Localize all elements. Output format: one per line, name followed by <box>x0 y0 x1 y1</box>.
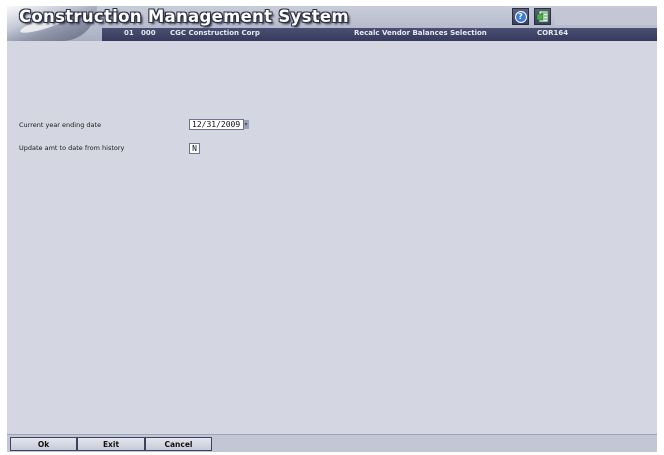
reports-icon <box>536 10 549 23</box>
button-bar-divider <box>7 434 657 435</box>
cancel-button[interactable]: Cancel <box>145 437 212 451</box>
exit-button[interactable]: Exit <box>77 437 145 451</box>
header-tab-area <box>555 8 657 25</box>
program-id: COR164 <box>537 29 569 37</box>
reports-button[interactable] <box>534 8 551 25</box>
header: Construction Management System ? 01 000 … <box>7 6 657 41</box>
help-icon: ? <box>514 10 527 23</box>
info-bar: 01 000 CGC Construction Corp Recalc Vend… <box>102 28 657 41</box>
update-history-label: Update amt to date from history <box>19 144 125 152</box>
company-number: 01 <box>124 29 134 37</box>
ending-date-input[interactable]: 12/31/2009 <box>189 119 244 130</box>
app-title: Construction Management System <box>19 7 349 26</box>
help-button[interactable]: ? <box>512 8 529 25</box>
date-dropdown-icon[interactable] <box>244 120 249 129</box>
company-name: CGC Construction Corp <box>170 29 260 37</box>
update-history-input[interactable]: N <box>189 143 200 154</box>
main-window: Construction Management System ? 01 000 … <box>7 6 657 452</box>
screen-title: Recalc Vendor Balances Selection <box>354 29 487 37</box>
ok-button[interactable]: Ok <box>10 437 77 451</box>
ending-date-label: Current year ending date <box>19 121 102 129</box>
division-number: 000 <box>141 29 156 37</box>
